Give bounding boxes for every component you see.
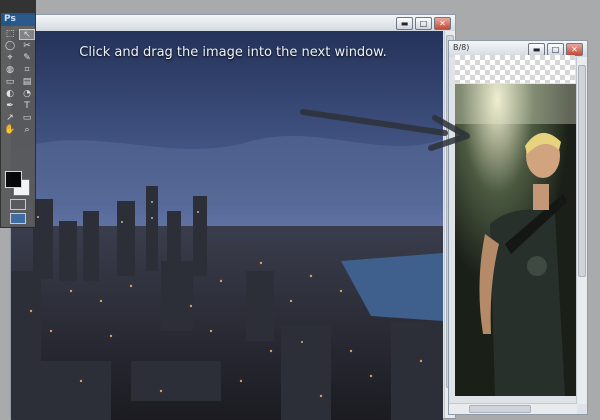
hand-tool-icon[interactable]: ✋: [2, 125, 18, 136]
shape-tool-icon[interactable]: ▭: [19, 113, 35, 124]
eraser-tool-icon[interactable]: ▭: [2, 77, 18, 88]
pen-tool-icon[interactable]: ✒: [2, 101, 18, 112]
type-tool-icon[interactable]: T: [19, 101, 35, 112]
drag-direction-arrow-icon: [300, 109, 470, 151]
screen-mode-icon[interactable]: [10, 213, 26, 224]
history-brush-tool-icon[interactable]: ⌗: [19, 65, 35, 76]
second-vscroll-thumb[interactable]: [578, 65, 586, 277]
brush-tool-icon[interactable]: ✎: [19, 53, 35, 64]
blur-tool-icon[interactable]: ◐: [2, 89, 18, 100]
healing-tool-icon[interactable]: ⌖: [2, 53, 18, 64]
move-tool-icon[interactable]: ↖: [19, 29, 35, 40]
second-hscroll-thumb[interactable]: [469, 405, 531, 413]
tools-panel-grip[interactable]: [1, 1, 35, 13]
transparent-canvas: [455, 55, 575, 83]
second-vertical-scrollbar[interactable]: [576, 57, 587, 404]
stamp-tool-icon[interactable]: ◍: [2, 65, 18, 76]
main-maximize-button[interactable]: □: [415, 17, 432, 30]
gradient-tool-icon[interactable]: ▤: [19, 77, 35, 88]
tools-panel[interactable]: Ps ⬚ ↖ ◯ ✂ ⌖ ✎ ◍ ⌗ ▭ ▤ ◐ ◔ ✒ T ↗ ▭ ✋ ⌕: [0, 0, 36, 228]
zoom-tool-icon[interactable]: ⌕: [19, 125, 35, 136]
marquee-tool-icon[interactable]: ⬚: [2, 29, 18, 40]
path-select-tool-icon[interactable]: ↗: [2, 113, 18, 124]
photoshop-logo: Ps: [1, 13, 35, 26]
quick-mask-icon[interactable]: [10, 199, 26, 210]
main-window-titlebar[interactable]: ▬ □ ✕: [11, 15, 455, 31]
dodge-tool-icon[interactable]: ◔: [19, 89, 35, 100]
instruction-caption: Click and drag the image into the next w…: [79, 45, 387, 60]
lasso-tool-icon[interactable]: ◯: [2, 41, 18, 52]
main-image-window[interactable]: ▬ □ ✕ Click and drag the image into the …: [10, 14, 456, 420]
main-close-button[interactable]: ✕: [434, 17, 451, 30]
second-horizontal-scrollbar[interactable]: [449, 403, 577, 414]
foreground-color-swatch[interactable]: [5, 171, 22, 188]
main-minimize-button[interactable]: ▬: [396, 17, 413, 30]
second-window-title: B/8): [453, 43, 470, 52]
crop-tool-icon[interactable]: ✂: [19, 41, 35, 52]
city-skyline-photo[interactable]: [11, 31, 443, 420]
